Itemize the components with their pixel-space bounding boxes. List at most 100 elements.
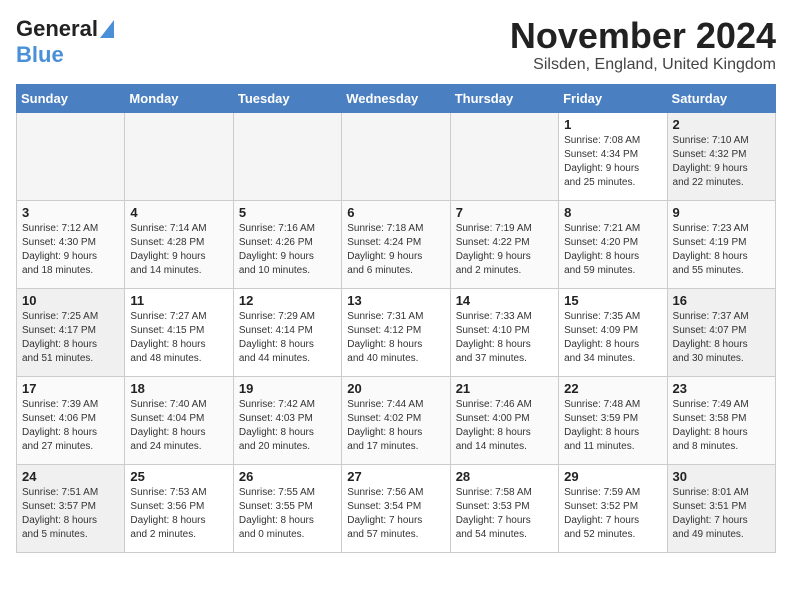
day-number: 25 [130, 469, 227, 484]
day-info: Sunrise: 7:51 AM Sunset: 3:57 PM Dayligh… [22, 486, 119, 542]
header-sunday: Sunday [17, 84, 125, 112]
day-number: 26 [239, 469, 336, 484]
day-info: Sunrise: 7:58 AM Sunset: 3:53 PM Dayligh… [456, 486, 553, 542]
calendar-cell: 19 Sunrise: 7:42 AM Sunset: 4:03 PM Dayli… [233, 376, 341, 464]
calendar-cell: 21 Sunrise: 7:46 AM Sunset: 4:00 PM Dayli… [450, 376, 558, 464]
day-number: 1 [564, 117, 661, 132]
day-number: 27 [347, 469, 444, 484]
calendar-cell: 24 Sunrise: 7:51 AM Sunset: 3:57 PM Dayli… [17, 464, 125, 552]
calendar-cell: 28 Sunrise: 7:58 AM Sunset: 3:53 PM Dayli… [450, 464, 558, 552]
header-friday: Friday [559, 84, 667, 112]
calendar-cell [17, 112, 125, 200]
day-number: 15 [564, 293, 661, 308]
calendar-cell: 10 Sunrise: 7:25 AM Sunset: 4:17 PM Dayli… [17, 288, 125, 376]
day-info: Sunrise: 7:19 AM Sunset: 4:22 PM Dayligh… [456, 222, 553, 278]
calendar-cell [342, 112, 450, 200]
day-info: Sunrise: 7:33 AM Sunset: 4:10 PM Dayligh… [456, 310, 553, 366]
day-number: 20 [347, 381, 444, 396]
header-thursday: Thursday [450, 84, 558, 112]
calendar-cell: 3Sunrise: 7:12 AM Sunset: 4:30 PM Daylig… [17, 200, 125, 288]
calendar-cell: 25Sunrise: 7:53 AM Sunset: 3:56 PM Dayli… [125, 464, 233, 552]
calendar-cell: 1 Sunrise: 7:08 AM Sunset: 4:34 PM Daylig… [559, 112, 667, 200]
day-info: Sunrise: 7:10 AM Sunset: 4:32 PM Dayligh… [673, 134, 770, 190]
calendar-cell: 20 Sunrise: 7:44 AM Sunset: 4:02 PM Dayli… [342, 376, 450, 464]
day-number: 6 [347, 205, 444, 220]
day-number: 5 [239, 205, 336, 220]
day-info: Sunrise: 7:46 AM Sunset: 4:00 PM Dayligh… [456, 398, 553, 454]
logo-general: General [16, 16, 98, 42]
day-number: 21 [456, 381, 553, 396]
day-number: 14 [456, 293, 553, 308]
calendar-cell [233, 112, 341, 200]
day-info: Sunrise: 7:21 AM Sunset: 4:20 PM Dayligh… [564, 222, 661, 278]
calendar-cell: 17 Sunrise: 7:39 AM Sunset: 4:06 PM Dayli… [17, 376, 125, 464]
header-saturday: Saturday [667, 84, 775, 112]
day-info: Sunrise: 7:08 AM Sunset: 4:34 PM Dayligh… [564, 134, 661, 190]
calendar-cell: 30 Sunrise: 8:01 AM Sunset: 3:51 PM Dayli… [667, 464, 775, 552]
calendar-cell: 2 Sunrise: 7:10 AM Sunset: 4:32 PM Daylig… [667, 112, 775, 200]
day-info: Sunrise: 7:25 AM Sunset: 4:17 PM Dayligh… [22, 310, 119, 366]
day-info: Sunrise: 7:27 AM Sunset: 4:15 PM Dayligh… [130, 310, 227, 366]
day-number: 7 [456, 205, 553, 220]
calendar-cell: 12 Sunrise: 7:29 AM Sunset: 4:14 PM Dayli… [233, 288, 341, 376]
calendar-cell: 16 Sunrise: 7:37 AM Sunset: 4:07 PM Dayli… [667, 288, 775, 376]
day-number: 19 [239, 381, 336, 396]
calendar-week-2: 3Sunrise: 7:12 AM Sunset: 4:30 PM Daylig… [17, 200, 776, 288]
day-info: Sunrise: 7:14 AM Sunset: 4:28 PM Dayligh… [130, 222, 227, 278]
day-number: 2 [673, 117, 770, 132]
day-info: Sunrise: 7:31 AM Sunset: 4:12 PM Dayligh… [347, 310, 444, 366]
location: Silsden, England, United Kingdom [510, 56, 776, 74]
day-info: Sunrise: 7:55 AM Sunset: 3:55 PM Dayligh… [239, 486, 336, 542]
calendar-week-1: 1 Sunrise: 7:08 AM Sunset: 4:34 PM Daylig… [17, 112, 776, 200]
day-number: 16 [673, 293, 770, 308]
day-number: 23 [673, 381, 770, 396]
day-number: 28 [456, 469, 553, 484]
day-number: 12 [239, 293, 336, 308]
calendar-cell: 9Sunrise: 7:23 AM Sunset: 4:19 PM Daylig… [667, 200, 775, 288]
day-info: Sunrise: 7:39 AM Sunset: 4:06 PM Dayligh… [22, 398, 119, 454]
header-tuesday: Tuesday [233, 84, 341, 112]
logo: General Blue [16, 16, 114, 68]
calendar-cell: 11 Sunrise: 7:27 AM Sunset: 4:15 PM Dayli… [125, 288, 233, 376]
logo-triangle-icon [100, 20, 114, 38]
day-info: Sunrise: 7:35 AM Sunset: 4:09 PM Dayligh… [564, 310, 661, 366]
title-area: November 2024 Silsden, England, United K… [510, 16, 776, 74]
day-info: Sunrise: 8:01 AM Sunset: 3:51 PM Dayligh… [673, 486, 770, 542]
day-number: 8 [564, 205, 661, 220]
day-info: Sunrise: 7:16 AM Sunset: 4:26 PM Dayligh… [239, 222, 336, 278]
day-info: Sunrise: 7:40 AM Sunset: 4:04 PM Dayligh… [130, 398, 227, 454]
day-number: 24 [22, 469, 119, 484]
calendar-cell: 27Sunrise: 7:56 AM Sunset: 3:54 PM Dayli… [342, 464, 450, 552]
day-info: Sunrise: 7:48 AM Sunset: 3:59 PM Dayligh… [564, 398, 661, 454]
calendar-cell: 14 Sunrise: 7:33 AM Sunset: 4:10 PM Dayli… [450, 288, 558, 376]
calendar-cell: 26 Sunrise: 7:55 AM Sunset: 3:55 PM Dayli… [233, 464, 341, 552]
calendar-week-3: 10 Sunrise: 7:25 AM Sunset: 4:17 PM Dayli… [17, 288, 776, 376]
day-info: Sunrise: 7:37 AM Sunset: 4:07 PM Dayligh… [673, 310, 770, 366]
calendar-cell [450, 112, 558, 200]
day-number: 22 [564, 381, 661, 396]
day-number: 30 [673, 469, 770, 484]
calendar-cell: 8 Sunrise: 7:21 AM Sunset: 4:20 PM Daylig… [559, 200, 667, 288]
day-number: 13 [347, 293, 444, 308]
day-info: Sunrise: 7:18 AM Sunset: 4:24 PM Dayligh… [347, 222, 444, 278]
calendar-week-4: 17 Sunrise: 7:39 AM Sunset: 4:06 PM Dayli… [17, 376, 776, 464]
calendar-cell: 23Sunrise: 7:49 AM Sunset: 3:58 PM Dayli… [667, 376, 775, 464]
calendar-cell: 6 Sunrise: 7:18 AM Sunset: 4:24 PM Daylig… [342, 200, 450, 288]
day-number: 18 [130, 381, 227, 396]
day-number: 11 [130, 293, 227, 308]
day-number: 17 [22, 381, 119, 396]
calendar-cell: 18 Sunrise: 7:40 AM Sunset: 4:04 PM Dayli… [125, 376, 233, 464]
calendar-cell [125, 112, 233, 200]
day-number: 3 [22, 205, 119, 220]
day-info: Sunrise: 7:44 AM Sunset: 4:02 PM Dayligh… [347, 398, 444, 454]
calendar-cell: 15 Sunrise: 7:35 AM Sunset: 4:09 PM Dayli… [559, 288, 667, 376]
header-monday: Monday [125, 84, 233, 112]
day-info: Sunrise: 7:59 AM Sunset: 3:52 PM Dayligh… [564, 486, 661, 542]
calendar-table: SundayMondayTuesdayWednesdayThursdayFrid… [16, 84, 776, 553]
day-info: Sunrise: 7:42 AM Sunset: 4:03 PM Dayligh… [239, 398, 336, 454]
day-number: 10 [22, 293, 119, 308]
calendar-cell: 5 Sunrise: 7:16 AM Sunset: 4:26 PM Daylig… [233, 200, 341, 288]
calendar-cell: 29Sunrise: 7:59 AM Sunset: 3:52 PM Dayli… [559, 464, 667, 552]
day-info: Sunrise: 7:29 AM Sunset: 4:14 PM Dayligh… [239, 310, 336, 366]
day-number: 9 [673, 205, 770, 220]
